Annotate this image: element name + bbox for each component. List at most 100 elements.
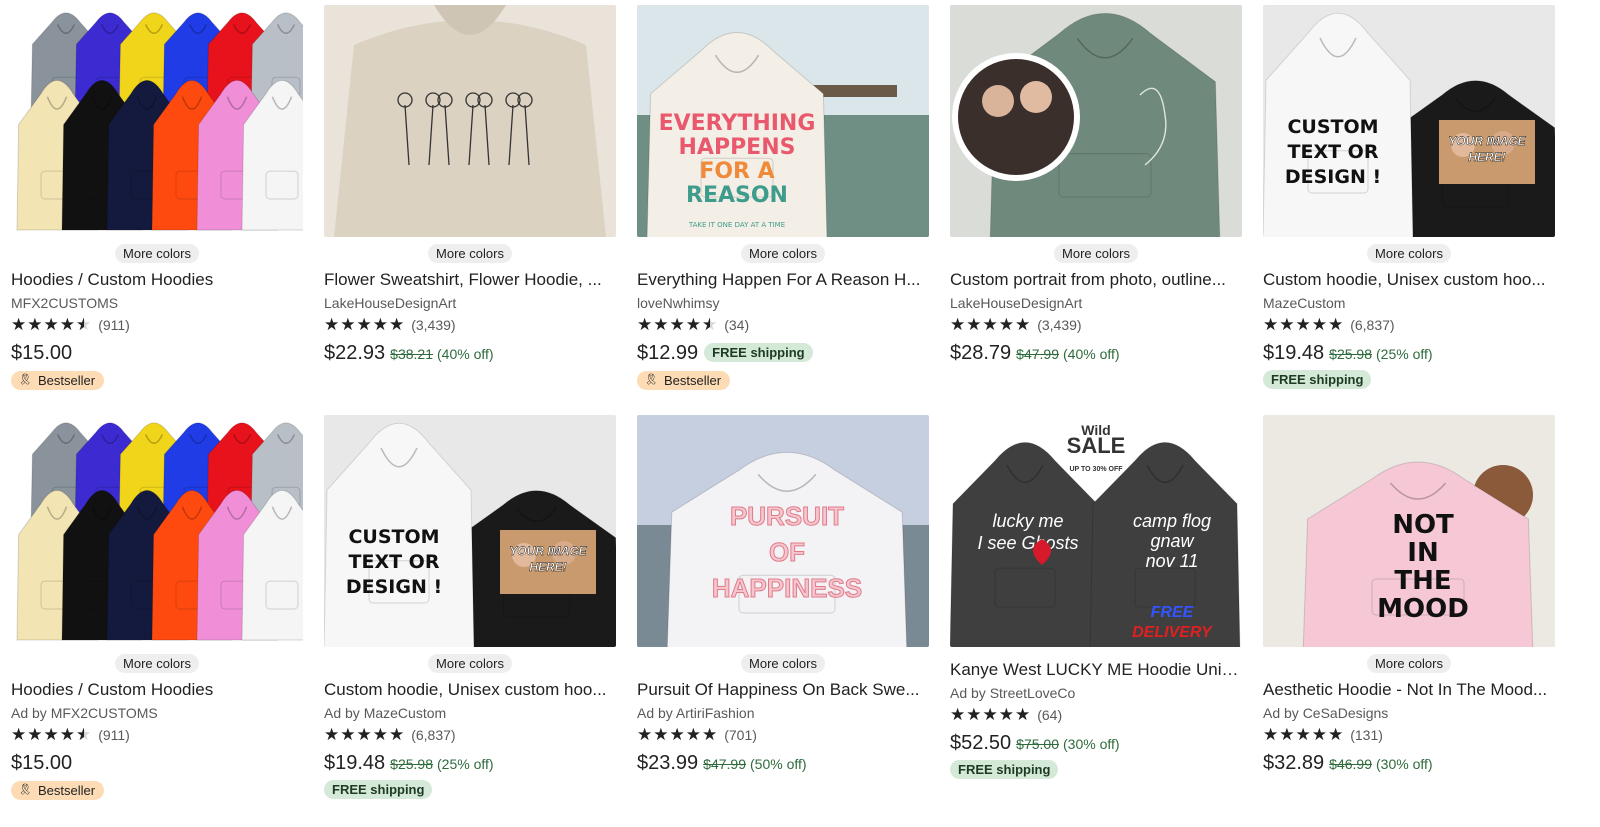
review-count: (3,439) — [1037, 317, 1082, 333]
award-icon: 🎗 — [18, 374, 32, 386]
price-row: $12.99 FREE shipping — [637, 342, 929, 364]
listing-image[interactable]: Wild SALE UP TO 30% OFF lucky me I see Ghost… — [950, 415, 1242, 647]
svg-text:CUSTOM: CUSTOM — [348, 526, 439, 548]
more-colors-pill[interactable]: More colors — [115, 243, 199, 263]
stars-filled: ★★★★★ — [11, 726, 84, 744]
listing-title[interactable]: Flower Sweatshirt, Flower Hoodie, ... — [324, 270, 616, 291]
rating: ★★★★★ ★★★★★ (131) — [1263, 726, 1555, 744]
listing-title[interactable]: Everything Happen For A Reason H... — [637, 270, 929, 291]
shop-name[interactable]: LakeHouseDesignArt — [324, 294, 616, 312]
discount-label: (40% off) — [437, 346, 494, 362]
more-colors-pill[interactable]: More colors — [115, 653, 199, 673]
svg-text:FOR A: FOR A — [699, 159, 774, 184]
svg-text:HAPPENS: HAPPENS — [679, 135, 796, 160]
star-rating-icon: ★★★★★ ★★★★★ — [1263, 726, 1344, 744]
sale-price: $12.99 — [637, 342, 699, 364]
shop-name[interactable]: Ad by ArtiriFashion — [637, 704, 929, 722]
listing-image[interactable] — [11, 5, 303, 237]
listing-card[interactable]: More colors Flower Sweatshirt, Flower Ho… — [324, 5, 616, 403]
shop-name[interactable]: Ad by CeSaDesigns — [1263, 704, 1555, 722]
review-count: (34) — [724, 317, 750, 333]
shop-name[interactable]: loveNwhimsy — [637, 294, 929, 312]
svg-text:TEXT OR: TEXT OR — [349, 551, 440, 573]
shop-name[interactable]: Ad by MFX2CUSTOMS — [11, 704, 303, 722]
svg-text:nov 11: nov 11 — [1146, 551, 1199, 571]
product-photo — [11, 5, 303, 237]
original-price: $47.99 — [1016, 346, 1059, 362]
listing-card[interactable]: More colors Hoodies / Custom Hoodies Ad … — [11, 415, 303, 813]
listing-title[interactable]: Custom hoodie, Unisex custom hoo... — [1263, 270, 1555, 291]
more-colors-pill[interactable]: More colors — [1054, 243, 1138, 263]
shop-name[interactable]: LakeHouseDesignArt — [950, 294, 1242, 312]
product-photo — [950, 5, 1242, 237]
svg-text:DELIVERY: DELIVERY — [1132, 624, 1213, 641]
listing-image[interactable] — [11, 415, 303, 647]
svg-text:THE: THE — [1394, 566, 1451, 596]
shop-name[interactable]: MFX2CUSTOMS — [11, 294, 303, 312]
svg-text:HERE!: HERE! — [529, 560, 566, 574]
listing-card[interactable]: YOUR IMAGE HERE! CUSTOM TEXT OR DESIGN ! Mor… — [1263, 5, 1555, 403]
listing-image[interactable] — [950, 5, 1242, 237]
listing-card[interactable]: YOUR IMAGE HERE! CUSTOM TEXT OR DESIGN ! Mor… — [324, 415, 616, 813]
listing-title[interactable]: Pursuit Of Happiness On Back Swe... — [637, 680, 929, 701]
shop-name[interactable]: Ad by StreetLoveCo — [950, 684, 1242, 702]
price-row: $15.00 — [11, 342, 303, 364]
original-price: $25.98 — [1329, 346, 1372, 362]
award-icon: 🎗 — [644, 374, 658, 386]
svg-text:DESIGN !: DESIGN ! — [1285, 166, 1381, 188]
listing-title[interactable]: Aesthetic Hoodie - Not In The Mood... — [1263, 680, 1555, 701]
stars-filled: ★★★★★ — [950, 706, 1032, 724]
star-rating-icon: ★★★★★ ★★★★★ — [950, 316, 1031, 334]
price-row: $28.79 $47.99 (40% off) — [950, 342, 1242, 364]
star-rating-icon: ★★★★★ ★★★★★ — [11, 316, 92, 334]
listing-card[interactable]: More colors Custom portrait from photo, … — [950, 5, 1242, 403]
rating: ★★★★★ ★★★★★ (701) — [637, 726, 929, 744]
more-colors-pill[interactable]: More colors — [741, 653, 825, 673]
listing-image[interactable]: YOUR IMAGE HERE! CUSTOM TEXT OR DESIGN ! — [324, 415, 616, 647]
listing-title[interactable]: Custom portrait from photo, outline... — [950, 270, 1242, 291]
badge-row: FREE shipping — [324, 780, 616, 800]
more-colors-pill[interactable]: More colors — [428, 653, 512, 673]
more-colors-pill[interactable]: More colors — [1367, 243, 1451, 263]
listing-card[interactable]: Wild SALE UP TO 30% OFF lucky me I see Ghost… — [950, 415, 1242, 813]
product-photo: NOTINTHEMOOD — [1263, 415, 1555, 647]
svg-text:I see Ghosts: I see Ghosts — [977, 533, 1078, 553]
star-rating-icon: ★★★★★ ★★★★★ — [324, 316, 405, 334]
star-rating-icon: ★★★★★ ★★★★★ — [637, 726, 718, 744]
sale-price: $28.79 — [950, 342, 1012, 364]
star-rating-icon: ★★★★★ ★★★★★ — [637, 316, 718, 334]
listing-title[interactable]: Hoodies / Custom Hoodies — [11, 270, 303, 291]
svg-text:DESIGN !: DESIGN ! — [346, 576, 442, 598]
badge-row — [637, 780, 929, 800]
more-colors-pill[interactable]: More colors — [428, 243, 512, 263]
more-colors-pill[interactable]: More colors — [1367, 653, 1451, 673]
review-count: (701) — [724, 727, 757, 743]
review-count: (64) — [1037, 707, 1063, 723]
listing-card[interactable]: PURSUIT OF HAPPINESS More colors Pursuit O… — [637, 415, 929, 813]
shop-name[interactable]: Ad by MazeCustom — [324, 704, 616, 722]
listing-image[interactable]: YOUR IMAGE HERE! CUSTOM TEXT OR DESIGN ! — [1263, 5, 1555, 237]
listing-image[interactable]: NOT IN THE MOOD — [1263, 415, 1555, 647]
listing-card[interactable]: EVERYTHING HAPPENS FOR A REASON TAKE IT ONE … — [637, 5, 929, 403]
discount-label: (40% off) — [1063, 346, 1120, 362]
svg-text:TAKE IT ONE DAY AT A TIME: TAKE IT ONE DAY AT A TIME — [688, 221, 785, 229]
bestseller-label: Bestseller — [37, 783, 96, 798]
listing-image[interactable]: PURSUIT OF HAPPINESS — [637, 415, 929, 647]
listing-card[interactable]: More colors Hoodies / Custom Hoodies MFX… — [11, 5, 303, 403]
listing-title[interactable]: Hoodies / Custom Hoodies — [11, 680, 303, 701]
listing-title[interactable]: Custom hoodie, Unisex custom hoo... — [324, 680, 616, 701]
rating: ★★★★★ ★★★★★ (34) — [637, 316, 929, 334]
listing-title[interactable]: Kanye West LUCKY ME Hoodie Unis... — [950, 660, 1242, 681]
more-colors-pill[interactable]: More colors — [741, 243, 825, 263]
svg-text:FREE: FREE — [1151, 604, 1195, 621]
free-shipping-badge: FREE shipping — [704, 343, 813, 362]
badge-row: FREE shipping — [950, 760, 1242, 780]
original-price: $25.98 — [390, 756, 433, 772]
price-row: $19.48 $25.98 (25% off) — [324, 752, 616, 774]
shop-name[interactable]: MazeCustom — [1263, 294, 1555, 312]
listing-card[interactable]: NOT IN THE MOOD More colors Aesthetic Hoodi… — [1263, 415, 1555, 813]
listing-image[interactable]: EVERYTHING HAPPENS FOR A REASON TAKE IT ONE … — [637, 5, 929, 237]
listing-image[interactable] — [324, 5, 616, 237]
bestseller-badge: 🎗 Bestseller — [11, 371, 105, 390]
bestseller-badge: 🎗 Bestseller — [637, 371, 731, 390]
